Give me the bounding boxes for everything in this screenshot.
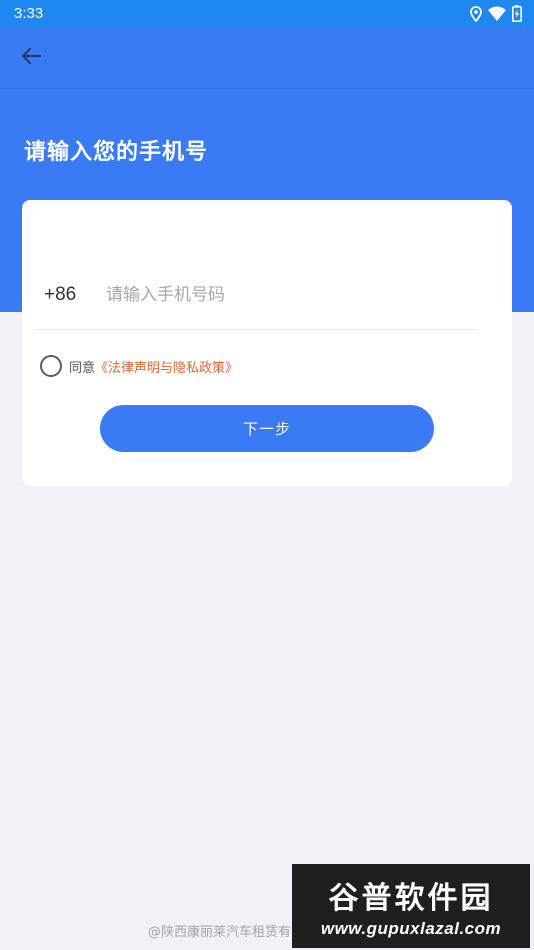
next-button[interactable]: 下一步: [100, 405, 434, 452]
agree-label: 同意: [69, 360, 96, 376]
login-card: +86 同意 《法律声明与隐私政策》 下一步: [22, 200, 512, 486]
toolbar: [0, 27, 534, 89]
status-time: 3:33: [14, 5, 44, 22]
battery-charging-icon: [512, 5, 522, 22]
back-button[interactable]: [14, 42, 48, 74]
company-footer: @陕西康丽莱汽车租赁有: [148, 925, 292, 940]
watermark-logo: 谷普软件园 www.gupuxlazal.com: [292, 864, 530, 948]
wifi-icon: [488, 6, 506, 21]
status-bar: 3:33: [0, 0, 534, 27]
page-title: 请输入您的手机号: [24, 140, 209, 165]
agreement-row: 同意 《法律声明与隐私政策》: [40, 354, 238, 378]
privacy-policy-link[interactable]: 《法律声明与隐私政策》: [95, 357, 238, 376]
arrow-left-icon: [21, 47, 42, 69]
phone-row: +86: [34, 260, 478, 330]
watermark-title: 谷普软件园: [328, 881, 494, 916]
agree-radio[interactable]: [40, 355, 62, 377]
phone-input[interactable]: [106, 284, 466, 305]
status-icons: [470, 5, 522, 22]
watermark-url: www.gupuxlazal.com: [320, 919, 502, 938]
country-code[interactable]: +86: [44, 284, 94, 306]
location-icon: [470, 5, 482, 22]
